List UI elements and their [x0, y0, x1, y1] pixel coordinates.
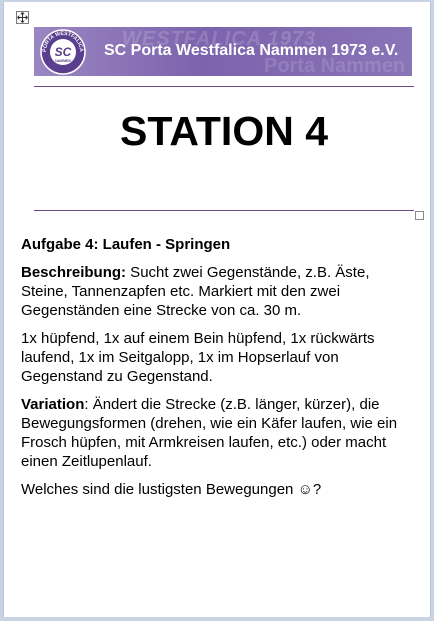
table-resize-handle-icon[interactable]	[415, 211, 424, 220]
club-name: SC Porta Westfalica Nammen 1973 e.V.	[104, 42, 399, 59]
club-logo-icon: PORTA WESTFALICA 1973 SC NAMMEN	[38, 28, 86, 75]
variation-label: Variation	[21, 396, 85, 413]
station-title: STATION 4	[119, 108, 329, 154]
table-move-handle-icon[interactable]	[16, 11, 29, 24]
logo-small-text: NAMMEN	[55, 59, 71, 63]
task-heading: Aufgabe 4: Laufen - Springen	[21, 236, 231, 253]
task-movements: 1x hüpfend, 1x auf einem Bein hüpfend, 1…	[21, 330, 375, 385]
document-page: WESTFALICA 1973 Porta Nammen PORTA WESTF…	[3, 2, 431, 617]
divider-bottom	[34, 210, 414, 211]
task-variation: Variation: Ändert die Strecke (z.B. läng…	[21, 395, 413, 471]
task-description: Beschreibung: Sucht zwei Gegenstände, z.…	[21, 263, 413, 320]
divider-top	[34, 86, 414, 87]
task-content: Aufgabe 4: Laufen - Springen Beschreibun…	[21, 235, 413, 508]
description-label: Beschreibung:	[21, 264, 127, 281]
logo-initials: SC	[55, 45, 72, 59]
club-banner: WESTFALICA 1973 Porta Nammen PORTA WESTF…	[34, 27, 412, 76]
task-question: Welches sind die lustigsten Bewegungen ☺…	[21, 481, 322, 498]
